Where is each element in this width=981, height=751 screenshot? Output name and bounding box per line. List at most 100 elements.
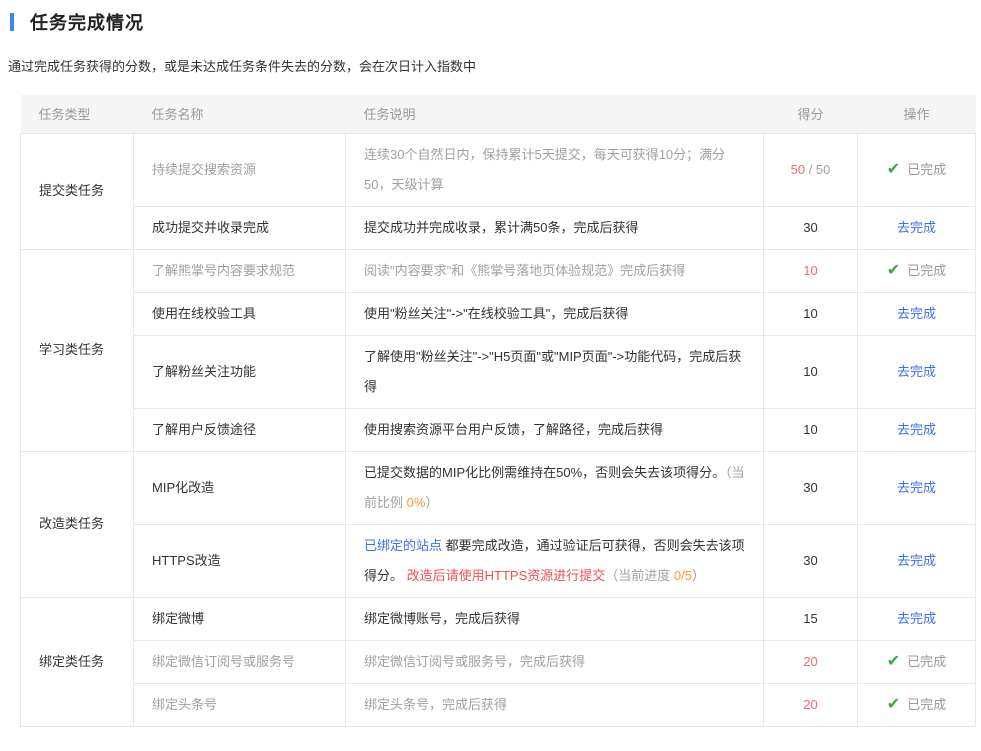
table-row: HTTPS改造已绑定的站点 都要完成改造，通过验证后可获得，否则会失去该项得分。… bbox=[21, 524, 976, 597]
table-row: 了解用户反馈途径 使用搜索资源平台用户反馈，了解路径，完成后获得 10 去完成 bbox=[21, 408, 976, 451]
table-row: 绑定微信订阅号或服务号 绑定微信订阅号或服务号，完成后获得 20 ✔已完成 bbox=[21, 640, 976, 683]
section-header: 任务完成情况 bbox=[10, 9, 981, 35]
task-score: 15 bbox=[764, 597, 858, 640]
text-segment: 0/5 bbox=[674, 568, 692, 583]
text-segment: 了解使用"粉丝关注"->"H5页面"或"MIP页面"->功能代码，完成后获得 bbox=[364, 349, 741, 394]
table-row: 改造类任务MIP化改造已提交数据的MIP化比例需维持在50%，否则会失去该项得分… bbox=[21, 451, 976, 524]
task-action-cell: ✔ 已完成 bbox=[858, 683, 976, 726]
completed-status: ✔已完成 bbox=[887, 263, 946, 278]
check-icon: ✔ bbox=[887, 155, 900, 185]
task-description: 绑定微信订阅号或服务号，完成后获得 bbox=[346, 640, 764, 683]
task-name: 绑定微信订阅号或服务号 bbox=[134, 640, 346, 683]
go-complete-link[interactable]: 去完成 bbox=[897, 364, 936, 379]
completed-status: ✔已完成 bbox=[887, 697, 946, 712]
go-complete-link[interactable]: 去完成 bbox=[897, 220, 936, 235]
table-row: 了解粉丝关注功能了解使用"粉丝关注"->"H5页面"或"MIP页面"->功能代码… bbox=[21, 335, 976, 408]
completed-label: 已完成 bbox=[907, 654, 946, 669]
title-accent-bar bbox=[10, 13, 14, 31]
task-action-cell: 去完成 bbox=[858, 206, 976, 249]
go-complete-link[interactable]: 去完成 bbox=[897, 480, 936, 495]
text-segment: 绑定微信订阅号或服务号，完成后获得 bbox=[364, 654, 585, 669]
task-description: 了解使用"粉丝关注"->"H5页面"或"MIP页面"->功能代码，完成后获得 bbox=[346, 335, 764, 408]
task-description: 绑定微博账号，完成后获得 bbox=[346, 597, 764, 640]
task-score: 30 bbox=[764, 451, 858, 524]
task-action-cell: 去完成 bbox=[858, 524, 976, 597]
score-value: 10 bbox=[803, 263, 817, 278]
task-name: 持续提交搜索资源 bbox=[134, 133, 346, 206]
completed-label: 已完成 bbox=[907, 162, 946, 177]
task-type-cell: 学习类任务 bbox=[21, 249, 134, 451]
task-name: 了解粉丝关注功能 bbox=[134, 335, 346, 408]
task-name: 绑定微博 bbox=[134, 597, 346, 640]
completed-label: 已完成 bbox=[907, 263, 946, 278]
task-name: 了解用户反馈途径 bbox=[134, 408, 346, 451]
score-value: 10 bbox=[803, 306, 817, 321]
completed-status: ✔已完成 bbox=[887, 654, 946, 669]
task-score: 10 bbox=[764, 408, 858, 451]
bound-sites-link[interactable]: 已绑定的站点 bbox=[364, 538, 442, 553]
score-value: 20 bbox=[803, 654, 817, 669]
task-description: 已提交数据的MIP化比例需维持在50%，否则会失去该项得分。（当前比例 0%） bbox=[346, 451, 764, 524]
task-score: 10 bbox=[764, 249, 858, 292]
go-complete-link[interactable]: 去完成 bbox=[897, 306, 936, 321]
text-segment: 连续30个自然日内，保持累计5天提交，每天可获得10分；满分50，天级计算 bbox=[364, 147, 725, 192]
text-segment: 0% bbox=[407, 495, 426, 510]
go-complete-link[interactable]: 去完成 bbox=[897, 553, 936, 568]
score-value: / 50 bbox=[805, 162, 830, 177]
score-value: 15 bbox=[803, 611, 817, 626]
task-score: 30 bbox=[764, 524, 858, 597]
completed-status: ✔已完成 bbox=[887, 162, 946, 177]
task-description: 使用"粉丝关注"->"在线校验工具"，完成后获得 bbox=[346, 292, 764, 335]
task-name: 绑定头条号 bbox=[134, 683, 346, 726]
go-complete-link[interactable]: 去完成 bbox=[897, 422, 936, 437]
task-action-cell: 去完成 bbox=[858, 292, 976, 335]
score-value: 30 bbox=[803, 553, 817, 568]
column-header-col-score: 得分 bbox=[764, 95, 858, 133]
task-score: 20 bbox=[764, 640, 858, 683]
column-header-col-task-type: 任务类型 bbox=[21, 95, 134, 133]
task-action-cell: ✔已完成 bbox=[858, 640, 976, 683]
page-subtitle: 通过完成任务获得的分数，或是未达成任务条件失去的分数，会在次日计入指数中 bbox=[8, 56, 981, 75]
page-title: 任务完成情况 bbox=[30, 9, 144, 35]
task-action-cell: 去完成 bbox=[858, 408, 976, 451]
table-row: 成功提交并收录完成提交成功并完成收录，累计满50条，完成后获得30去完成 bbox=[21, 206, 976, 249]
text-segment: （当前进度 bbox=[605, 568, 674, 583]
task-name: HTTPS改造 bbox=[134, 524, 346, 597]
task-score: 50 / 50 bbox=[764, 133, 858, 206]
task-type-cell: 提交类任务 bbox=[21, 133, 134, 249]
task-score: 10 bbox=[764, 335, 858, 408]
task-action-cell: 去完成 bbox=[858, 335, 976, 408]
score-value: 10 bbox=[803, 422, 817, 437]
task-description: 阅读"内容要求"和《熊掌号落地页体验规范》完成后获得 bbox=[346, 249, 764, 292]
column-header-col-action: 操作 bbox=[858, 95, 976, 133]
task-table: 任务类型任务名称任务说明得分操作 提交类任务持续提交搜索资源连续30个自然日内，… bbox=[20, 95, 976, 727]
score-value: 20 bbox=[803, 697, 817, 712]
check-icon: ✔ bbox=[887, 256, 900, 286]
task-score: 20 bbox=[764, 683, 858, 726]
task-description: 连续30个自然日内，保持累计5天提交，每天可获得10分；满分50，天级计算 bbox=[346, 133, 764, 206]
table-row: 提交类任务持续提交搜索资源连续30个自然日内，保持累计5天提交，每天可获得10分… bbox=[21, 133, 976, 206]
completed-label: 已完成 bbox=[907, 697, 946, 712]
task-name: 了解熊掌号内容要求规范 bbox=[134, 249, 346, 292]
table-row: 绑定头条号 绑定头条号，完成后获得 20 ✔ 已完成 bbox=[21, 683, 976, 726]
score-value: 10 bbox=[803, 364, 817, 379]
go-complete-link[interactable]: 去完成 bbox=[897, 611, 936, 626]
text-segment: 使用搜索资源平台用户反馈，了解路径，完成后获得 bbox=[364, 422, 663, 437]
task-description: 绑定头条号，完成后获得 bbox=[346, 683, 764, 726]
check-icon: ✔ bbox=[887, 690, 900, 720]
table-row: 学习类任务了解熊掌号内容要求规范阅读"内容要求"和《熊掌号落地页体验规范》完成后… bbox=[21, 249, 976, 292]
score-value: 30 bbox=[803, 480, 817, 495]
task-action-cell: 去完成 bbox=[858, 597, 976, 640]
task-description: 已绑定的站点 都要完成改造，通过验证后可获得，否则会失去该项得分。 改造后请使用… bbox=[346, 524, 764, 597]
task-type-cell: 绑定类任务 bbox=[21, 597, 134, 726]
task-action-cell: ✔ 已完成 bbox=[858, 249, 976, 292]
text-segment: 改造后请使用HTTPS资源进行提交 bbox=[407, 568, 606, 583]
text-segment: 阅读"内容要求"和《熊掌号落地页体验规范》完成后获得 bbox=[364, 263, 685, 278]
task-score: 30 bbox=[764, 206, 858, 249]
text-segment: 绑定头条号，完成后获得 bbox=[364, 697, 507, 712]
task-score: 10 bbox=[764, 292, 858, 335]
task-action-cell: 去完成 bbox=[858, 451, 976, 524]
task-type-cell: 改造类任务 bbox=[21, 451, 134, 597]
text-segment: 绑定微博账号，完成后获得 bbox=[364, 611, 520, 626]
task-name: MIP化改造 bbox=[134, 451, 346, 524]
